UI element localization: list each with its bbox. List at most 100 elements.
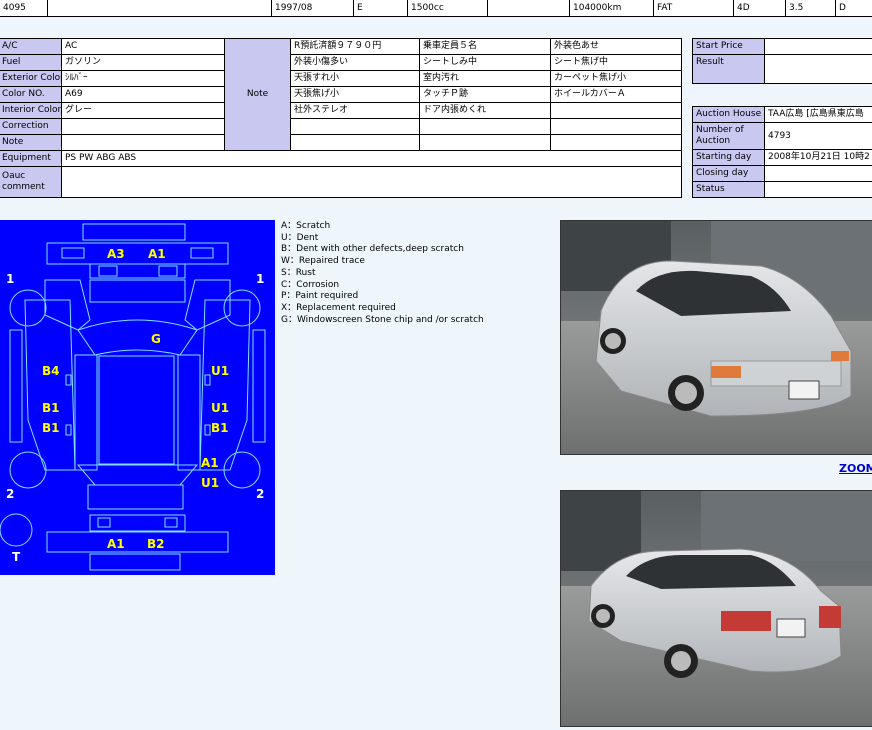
note-cell: 外装小傷多い [290,54,420,71]
top-row-table: 4095 1997/08 E 1500cc 104000km FAT 4D 3.… [0,0,872,17]
fuel-label: Fuel [0,54,62,71]
color-no-label: Color NO. [0,86,62,103]
legend-item: U：Dent [281,232,319,243]
chassis [487,0,570,17]
note-cell: 外装色あせ [550,38,682,55]
damage-mark: A1 [107,537,125,551]
ac-value: AC [61,38,225,55]
number-of-auction-value: 4793 [764,122,872,150]
damage-mark: B1 [42,401,60,415]
number-of-auction-label: Number of Auction [692,122,765,150]
exterior-color-value: ｼﾙﾊﾞｰ [61,70,225,87]
doors: 4D [733,0,786,17]
car-rear-image [561,491,872,726]
score: 3.5 [785,0,836,17]
oauc-comment-value [61,166,682,198]
damage-mark: U1 [201,476,219,490]
note-cell [419,134,551,151]
trunk-label: T [12,550,21,564]
note-cell: タッチＰ跡 [419,86,551,103]
starting-day-label: Starting day [692,149,765,166]
note-cell [290,118,420,135]
note-label: Note [224,38,291,151]
specs-table: A/C AC Note R預託済額９７９０円 乗車定員５名 外装色あせ Fuel… [0,38,682,198]
oauc-comment-label: Oauc comment [0,166,62,198]
lot-number: 4095 [0,0,48,17]
damage-mark: A3 [107,247,125,261]
wheel-left-front-label: 1 [6,272,14,286]
note-cell [419,118,551,135]
note-cell: シート焦げ中 [550,54,682,71]
result-label: Result [692,54,765,84]
note-cell: 天張焦げ小 [290,86,420,103]
note-cell [550,102,682,119]
start-price-value [764,38,872,55]
grade: E [353,0,408,17]
note-row-value [61,134,225,151]
closing-day-label: Closing day [692,165,765,182]
note-row-label: Note [0,134,62,151]
color-no-value: A69 [61,86,225,103]
interior-color-value: グレー [61,102,225,119]
legend-item: P：Paint required [281,291,359,302]
damage-mark: U1 [211,401,229,415]
auction-house-value: TAA広島 [広島県東広島 [764,106,872,123]
legend-item: X：Replacement required [281,302,396,313]
price-table: Start Price Result [692,38,872,84]
note-cell: 室内汚れ [419,70,551,87]
year: 1997/08 [271,0,354,17]
damage-mark: G [151,332,161,346]
engine-size: 1500cc [407,0,488,17]
starting-day-value: 2008年10月21日 10時2 [764,149,872,166]
note-cell [290,134,420,151]
car-photo-rear[interactable] [560,490,872,727]
legend-item: W：Repaired trace [281,256,365,267]
note-cell: カーペット焦げ小 [550,70,682,87]
note-cell [550,134,682,151]
damage-mark: A1 [148,247,166,261]
damage-mark: B1 [211,421,229,435]
note-cell: ドア内張めくれ [419,102,551,119]
zoom-link[interactable]: ZOOM [839,462,872,475]
damage-mark: B1 [42,421,60,435]
auction-table: Auction House TAA広島 [広島県東広島 Number of Au… [692,106,872,198]
interior-color-label: Interior Color [0,102,62,119]
legend-item: C：Corrosion [281,279,340,290]
exterior-color-label: Exterior Color [0,70,62,87]
equipment-label: Equipment [0,150,62,167]
interior-grade: D [835,0,872,17]
auction-house-label: Auction House [692,106,765,123]
model-name [47,0,272,17]
damage-mark: B4 [42,364,60,378]
wheel-right-front-label: 1 [256,272,264,286]
note-cell: ホイールカバーＡ [550,86,682,103]
legend-item: G：Windowscreen Stone chip and /or scratc… [281,314,484,325]
note-cell: 天張すれ小 [290,70,420,87]
damage-mark: A1 [201,456,219,470]
mileage: 104000km [569,0,654,17]
note-cell [550,118,682,135]
note-cell: 社外ステレオ [290,102,420,119]
wheel-left-rear-label: 2 [6,487,14,501]
equipment-value: PS PW ABG ABS [61,150,682,167]
car-photo-front[interactable] [560,220,872,455]
car-outline-diagram: A3 A1 G B4 U1 B1 U1 B1 B1 A1 U1 A1 B2 1 … [0,223,266,571]
ac-label: A/C [0,38,62,55]
start-price-label: Start Price [692,38,765,55]
damage-mark: B2 [147,537,165,551]
correction-value [61,118,225,135]
damage-diagram: A3 A1 G B4 U1 B1 U1 B1 B1 A1 U1 A1 B2 1 … [0,220,275,575]
wheel-right-rear-label: 2 [256,487,264,501]
car-front-image [561,221,872,454]
transmission: FAT [653,0,734,17]
result-value [764,54,872,84]
damage-legend: A：Scratch U：Dent B：Dent with other defec… [281,221,484,326]
note-cell: R預託済額９７９０円 [290,38,420,55]
status-label: Status [692,181,765,198]
fuel-value: ガソリン [61,54,225,71]
note-cell: 乗車定員５名 [419,38,551,55]
legend-item: S：Rust [281,267,316,278]
legend-item: A：Scratch [281,221,331,231]
legend-item: B：Dent with other defects,deep scratch [281,244,464,255]
correction-label: Correction [0,118,62,135]
